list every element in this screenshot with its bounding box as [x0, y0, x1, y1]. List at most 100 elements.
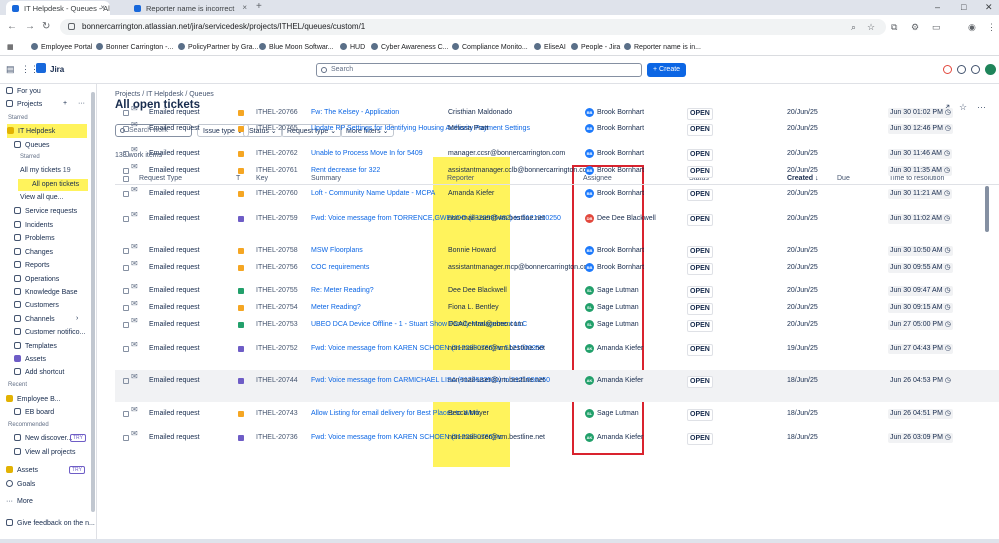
status-badge[interactable]: OPEN [687, 263, 713, 276]
extensions-puzzle-icon[interactable]: ⚙ [911, 22, 919, 33]
create-button[interactable]: + Create [647, 63, 686, 77]
issue-summary[interactable]: Re: Meter Reading? [311, 287, 416, 295]
bookmark[interactable]: Compliance Monito... [452, 43, 528, 51]
issue-key[interactable]: ITHEL-20743 [256, 410, 298, 418]
feedback-link[interactable]: Give feedback on the n... [6, 519, 95, 529]
browser-tab-active[interactable]: IT Helpdesk - Queues - All ope × [6, 1, 110, 15]
issue-key[interactable]: ITHEL-20744 [256, 377, 298, 385]
issue-key[interactable]: ITHEL-20759 [256, 215, 298, 223]
help-icon[interactable] [957, 65, 966, 74]
minimize-icon[interactable]: – [935, 2, 940, 12]
url-field[interactable]: bonnercarrington.atlassian.net/jira/serv… [60, 19, 886, 35]
col-summary[interactable]: Summary [311, 175, 341, 182]
row-checkbox[interactable] [123, 168, 129, 174]
assignee[interactable]: Amanda Kiefer [597, 377, 643, 385]
bookmark[interactable]: Reporter name is in... [624, 43, 701, 51]
breadcrumb-projects[interactable]: Projects [115, 91, 140, 98]
sidebar-item-service-requests[interactable]: Service requests [14, 207, 77, 217]
bookmark[interactable]: HUD [340, 43, 365, 51]
issue-key[interactable]: ITHEL-20755 [256, 287, 298, 295]
sidebar-item-reports[interactable]: Reports [14, 261, 50, 271]
bookmark-star-icon[interactable]: ☆ [867, 22, 875, 33]
sidebar-item-eb-board[interactable]: EB board [14, 408, 54, 418]
sidebar-item-all-open-tickets[interactable]: All open tickets [18, 179, 88, 191]
col-key[interactable]: Key [256, 175, 268, 182]
bookmark[interactable]: Cyber Awareness C... [371, 43, 449, 51]
issue-summary[interactable]: Fw: The Kelsey - Application [311, 109, 416, 117]
issue-summary[interactable]: Fwd: Voice message from TORRENCE,GWENDO … [311, 215, 561, 223]
issue-summary[interactable]: Allow Listing for email delivery for Bes… [311, 410, 480, 418]
row-checkbox[interactable] [123, 322, 129, 328]
assignee[interactable]: Sage Lutman [597, 287, 639, 295]
avatar[interactable] [985, 64, 996, 75]
issue-key[interactable]: ITHEL-20753 [256, 321, 298, 329]
row-checkbox[interactable] [123, 216, 129, 222]
close-icon[interactable]: × [100, 3, 105, 12]
sidebar-item-view-all-queues[interactable]: View all que... [20, 194, 63, 204]
issue-key[interactable]: ITHEL-20760 [256, 190, 298, 198]
assignee[interactable]: Brook Bornhart [597, 247, 644, 255]
assignee[interactable]: Brook Bornhart [597, 167, 644, 175]
select-all-checkbox[interactable] [123, 176, 129, 182]
profile-icon[interactable]: ◉ [968, 22, 976, 33]
issue-summary[interactable]: MSW Floorplans [311, 247, 416, 255]
assignee[interactable]: Sage Lutman [597, 321, 639, 329]
row-checkbox[interactable] [123, 126, 129, 132]
sidebar-item-queues[interactable]: Queues [14, 141, 50, 151]
issue-key[interactable]: ITHEL-20758 [256, 247, 298, 255]
row-checkbox[interactable] [123, 151, 129, 157]
zoom-icon[interactable]: ⌕ [851, 22, 856, 33]
more-icon[interactable]: ··· [977, 102, 986, 112]
assignee[interactable]: Dee Dee Blackwell [597, 215, 656, 223]
issue-summary[interactable]: Fwd: Voice message from KAREN SCHOEN (51… [311, 434, 503, 442]
more-icon[interactable]: ··· [78, 100, 85, 107]
status-badge[interactable]: OPEN [687, 286, 713, 299]
new-tab-icon[interactable]: + [256, 1, 262, 12]
row-checkbox[interactable] [123, 305, 129, 311]
sidebar-item-goals[interactable]: Goals [6, 480, 35, 490]
extension-icon[interactable]: ⧉ [891, 22, 897, 33]
status-badge[interactable]: OPEN [687, 320, 713, 333]
assignee[interactable]: Amanda Kiefer [597, 345, 643, 353]
side-panel-icon[interactable]: ▭ [932, 22, 941, 33]
sidebar-item-assets[interactable]: Assets [14, 355, 46, 365]
status-badge[interactable]: OPEN [687, 409, 713, 422]
sidebar-item-it-helpdesk[interactable]: IT Helpdesk [7, 124, 87, 138]
status-badge[interactable]: OPEN [687, 214, 713, 227]
app-name[interactable]: Jira [50, 65, 64, 74]
breadcrumb-queues[interactable]: Queues [189, 91, 214, 98]
sidebar-item-assets-bottom[interactable]: Assets TRY [6, 466, 85, 476]
apps-icon[interactable]: ▦ [7, 43, 14, 51]
close-icon[interactable]: × [242, 3, 247, 12]
sidebar-item-customer-notifications[interactable]: Customer notifico... [14, 328, 85, 338]
issue-summary[interactable]: Update RP Settings for Identifying Housi… [311, 125, 530, 133]
status-badge[interactable]: OPEN [687, 189, 713, 202]
bookmark[interactable]: People - Jira [571, 43, 620, 51]
sidebar-item-employee-b[interactable]: Employee B... [6, 395, 61, 405]
bookmark[interactable]: Employee Portal [31, 43, 92, 51]
status-badge[interactable]: OPEN [687, 433, 713, 446]
issue-summary[interactable]: COC requirements [311, 264, 416, 272]
bookmark[interactable]: Bonner Carrington -... [96, 43, 173, 51]
col-time-to-resolution[interactable]: Time to resolution [889, 175, 944, 182]
assignee[interactable]: Brook Bornhart [597, 264, 644, 272]
settings-icon[interactable] [971, 65, 980, 74]
sidebar-item-more[interactable]: ··· More [6, 498, 33, 508]
sidebar-item-knowledge-base[interactable]: Knowledge Base [14, 288, 78, 298]
bookmark[interactable]: PolicyPartner by Gra... [178, 43, 258, 51]
sidebar-item-incidents[interactable]: Incidents [14, 221, 53, 231]
sidebar-item-projects[interactable]: Projects + ··· [6, 100, 85, 110]
issue-summary[interactable]: UBEO DCA Device Offline - 1 - Stuart Sho… [311, 321, 527, 329]
status-badge[interactable]: OPEN [687, 149, 713, 162]
issue-summary[interactable]: Rent decrease for 322 [311, 167, 416, 175]
sidebar-item-all-my-tickets[interactable]: All my tickets 19 [20, 167, 71, 177]
issue-summary[interactable]: Meter Reading? [311, 304, 416, 312]
col-request-type[interactable]: Request Type [139, 175, 182, 182]
row-checkbox[interactable] [123, 346, 129, 352]
col-due[interactable]: Due [837, 175, 850, 182]
jira-logo-icon[interactable] [36, 63, 46, 73]
sidebar-item-templates[interactable]: Templates [14, 342, 57, 352]
sidebar-item-changes[interactable]: Changes [14, 248, 53, 258]
assignee[interactable]: Brook Bornhart [597, 150, 644, 158]
row-checkbox[interactable] [123, 411, 129, 417]
